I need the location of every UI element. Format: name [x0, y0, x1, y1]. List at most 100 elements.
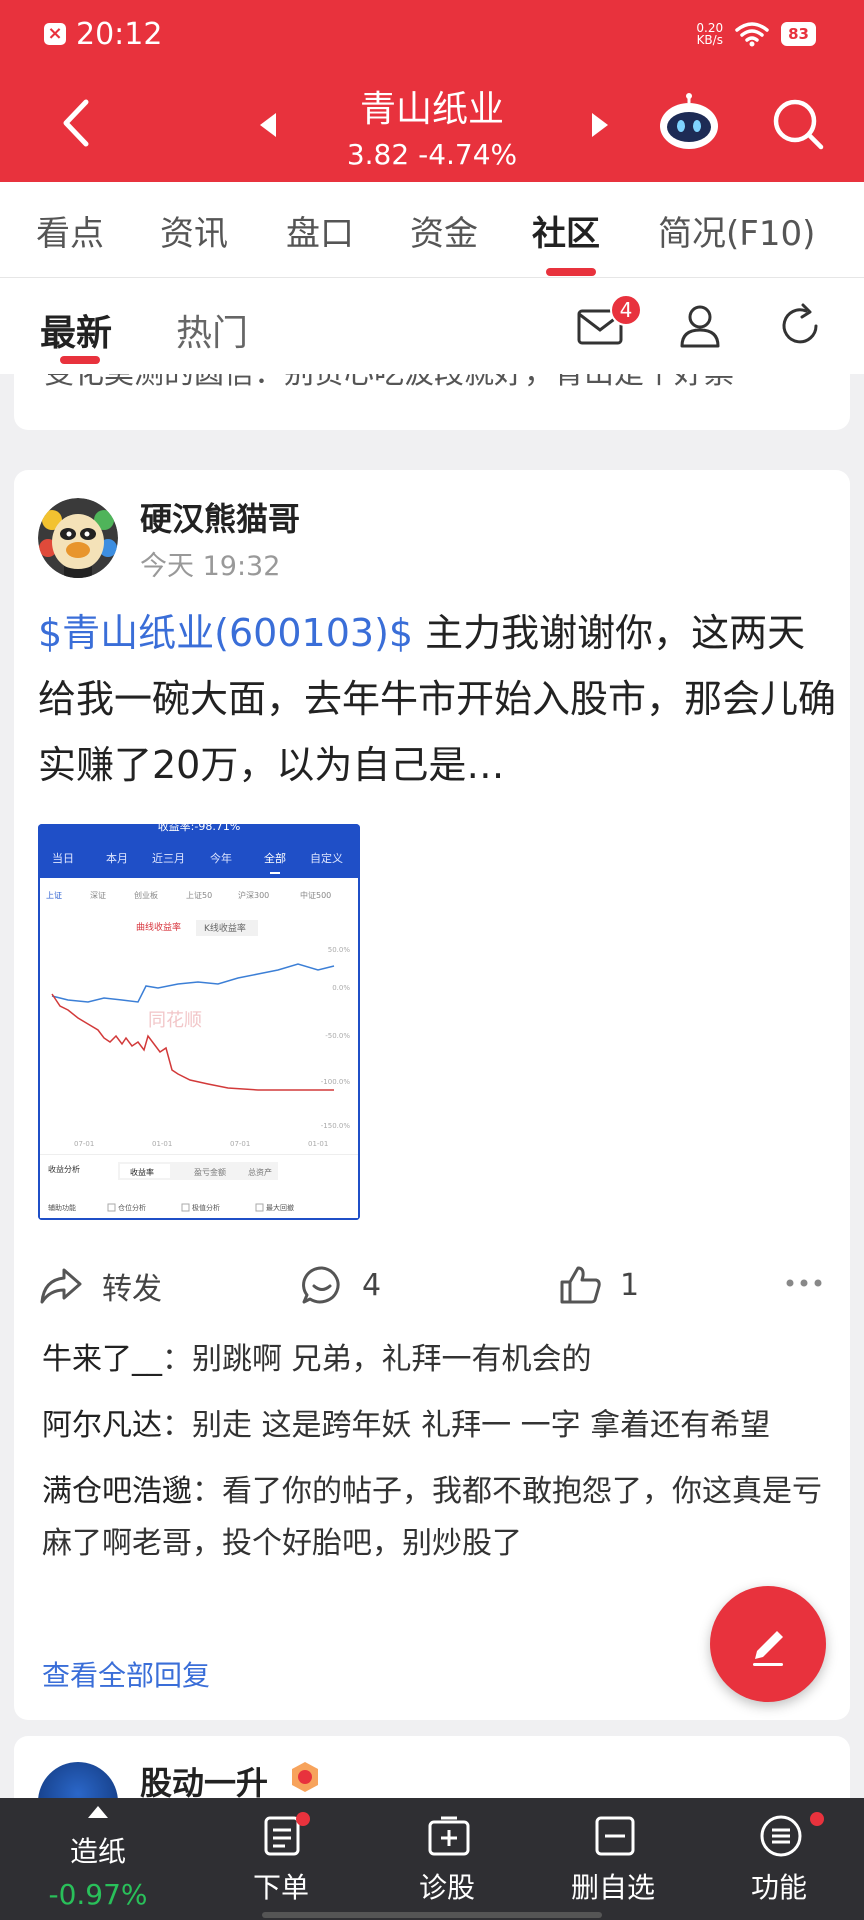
stock-change: -4.74% — [418, 138, 518, 171]
tab-capital[interactable]: 资金 — [410, 206, 478, 255]
comment-user[interactable]: 牛来了__ — [42, 1342, 162, 1377]
compose-post-button[interactable] — [710, 1586, 826, 1702]
thumb-aux-option: 最大回撤 — [266, 1203, 294, 1212]
thumb-tab: 自定义 — [310, 851, 343, 865]
diagnose-icon — [428, 1816, 470, 1856]
share-button[interactable]: 转发 — [38, 1264, 162, 1308]
thumb-aux-label: 辅助功能 — [48, 1203, 76, 1212]
comment-text: 别走 这是跨年妖 礼拜一 一字 拿着还有希望 — [192, 1408, 771, 1443]
mail-badge: 4 — [610, 294, 642, 326]
bottom-functions-label: 功能 — [750, 1871, 807, 1904]
tab-f10[interactable]: 简况(F10) — [658, 206, 815, 255]
feed[interactable]: 变化莫测的圆信：别贪心吃波段就好，青山是个好票 硬汉熊猫哥 今天 19:32 $… — [0, 374, 864, 1798]
author-name[interactable]: 股动一升 — [140, 1758, 268, 1798]
thumb-watermark: 同花顺 — [148, 1010, 202, 1031]
thumb-bottom-label: 收益分析 — [48, 1164, 80, 1174]
tab-highlights[interactable]: 看点 — [36, 206, 104, 255]
next-stock-icon[interactable] — [584, 110, 614, 140]
comment-item[interactable]: 满仓吧浩邈：看了你的帖子，我都不敢抱怨了，你这真是亏麻了啊老哥，投个好胎吧，别炒… — [42, 1466, 832, 1570]
bottom-diagnose-label: 诊股 — [418, 1871, 475, 1904]
menu-circle-icon — [760, 1815, 802, 1857]
avatar[interactable] — [38, 1762, 118, 1798]
thumb-xtick: 07-01 — [74, 1140, 94, 1148]
thumb-ytick: -150.0% — [321, 1122, 351, 1130]
stock-tag-link[interactable]: $青山纸业(600103)$ — [38, 611, 413, 655]
notification-dot — [296, 1812, 310, 1826]
main-tabs: 看点 资讯 盘口 资金 社区 简况(F10) — [0, 182, 864, 278]
bottom-order[interactable]: 下单 — [206, 1798, 356, 1920]
post-body[interactable]: $青山纸业(600103)$ 主力我谢谢你，这两天给我一碗大面，去年牛市开始入股… — [38, 600, 838, 798]
vip-badge-icon — [292, 1762, 318, 1792]
thumb-ytick: 50.0% — [328, 946, 351, 954]
status-bar: × 20:12 0.20 KB/s 83 — [44, 14, 816, 54]
comment-item[interactable]: 牛来了__：别跳啊 兄弟，礼拜一有机会的 — [42, 1334, 832, 1386]
thumb-tab: 本月 — [106, 851, 128, 865]
bottom-functions[interactable]: 功能 — [704, 1798, 854, 1920]
previous-post-snippet: 变化莫测的圆信：别贪心吃波段就好，青山是个好票 — [44, 374, 844, 392]
bottom-bar: 造纸 -0.97% 下单 诊股 删自选 功能 — [0, 1798, 864, 1920]
thumb-legend: 上证 — [46, 891, 62, 900]
thumb-tab: 当日 — [52, 851, 74, 865]
more-icon[interactable] — [782, 1268, 826, 1298]
thumb-aux-option: 仓位分析 — [118, 1203, 146, 1212]
like-count: 1 — [620, 1267, 640, 1303]
remove-watchlist-icon — [595, 1816, 635, 1856]
bottom-remove-watchlist-label: 删自选 — [570, 1871, 655, 1904]
thumb-tab: 今年 — [210, 851, 232, 865]
previous-post-card[interactable]: 变化莫测的圆信：别贪心吃波段就好，青山是个好票 — [14, 374, 850, 430]
title-row: 青山纸业 3.82 -4.74% — [0, 70, 864, 180]
thumb-bottom-tab: 收益率 — [130, 1167, 154, 1177]
comment-text: 别跳啊 兄弟，礼拜一有机会的 — [192, 1342, 592, 1377]
comment-button[interactable]: 4 — [300, 1264, 381, 1306]
next-post-card[interactable]: 股动一升 — [14, 1736, 850, 1798]
comment-item[interactable]: 阿尔凡达：别走 这是跨年妖 礼拜一 一字 拿着还有希望 — [42, 1400, 832, 1452]
refresh-icon[interactable] — [776, 302, 824, 350]
net-speed: 0.20 KB/s — [696, 22, 723, 46]
thumb-ytick: -50.0% — [325, 1032, 350, 1040]
post-card[interactable]: 硬汉熊猫哥 今天 19:32 $青山纸业(600103)$ 主力我谢谢你，这两天… — [14, 470, 850, 1720]
subtab-hot[interactable]: 热门 — [176, 304, 248, 356]
search-icon[interactable] — [770, 96, 826, 152]
like-button[interactable]: 1 — [558, 1264, 639, 1306]
thumb-legend: 创业板 — [134, 890, 158, 900]
thumbs-up-icon — [560, 1266, 601, 1304]
post-actions: 转发 4 1 — [14, 1250, 850, 1320]
thumb-mode-tab: 曲线收益率 — [136, 921, 181, 933]
tab-order-book[interactable]: 盘口 — [286, 206, 354, 255]
thumb-tab: 全部 — [264, 851, 286, 865]
tab-news[interactable]: 资讯 — [160, 206, 228, 255]
user-icon[interactable] — [676, 302, 724, 350]
stock-quote: 3.82 -4.74% — [0, 138, 864, 171]
thumb-mode-tab: K线收益率 — [204, 922, 246, 934]
tab-community[interactable]: 社区 — [532, 206, 600, 255]
author-name[interactable]: 硬汉熊猫哥 — [140, 494, 300, 540]
comment-user[interactable]: 阿尔凡达 — [42, 1408, 162, 1443]
status-time: 20:12 — [76, 16, 163, 52]
comment-list: 牛来了__：别跳啊 兄弟，礼拜一有机会的 阿尔凡达：别走 这是跨年妖 礼拜一 一… — [42, 1334, 832, 1584]
sub-tabs: 最新 热门 4 — [0, 278, 864, 374]
share-icon — [40, 1268, 82, 1304]
thumb-tab: 近三月 — [152, 852, 185, 865]
comment-count: 4 — [362, 1267, 382, 1303]
post-image[interactable]: 收益率:-98.71% 当日 本月 近三月 今年 全部 自定义 上证 深证 创业… — [38, 824, 360, 1220]
notification-dot — [810, 1812, 824, 1826]
thumb-bottom-tab: 盈亏金额 — [194, 1167, 226, 1177]
bottom-stock-sector[interactable]: 造纸 -0.97% — [0, 1798, 196, 1920]
bottom-remove-watchlist[interactable]: 删自选 — [538, 1798, 688, 1920]
comment-icon — [302, 1266, 340, 1304]
top-header: × 20:12 0.20 KB/s 83 青山纸业 3.82 -4.74% — [0, 0, 864, 182]
thumb-legend: 沪深300 — [238, 890, 269, 900]
comment-user[interactable]: 满仓吧浩邈 — [42, 1474, 192, 1509]
avatar[interactable] — [38, 498, 118, 578]
bottom-diagnose[interactable]: 诊股 — [372, 1798, 522, 1920]
bottom-order-label: 下单 — [252, 1871, 309, 1904]
wifi-icon — [735, 22, 769, 47]
stock-name: 青山纸业 — [359, 89, 504, 130]
share-label: 转发 — [102, 1272, 162, 1307]
home-indicator[interactable] — [262, 1912, 602, 1918]
thumb-xtick: 01-01 — [152, 1140, 172, 1148]
subtab-latest[interactable]: 最新 — [40, 304, 112, 356]
thumb-legend: 中证500 — [300, 890, 331, 900]
view-all-replies-link[interactable]: 查看全部回复 — [42, 1654, 210, 1694]
robot-assistant-icon[interactable] — [656, 92, 722, 152]
